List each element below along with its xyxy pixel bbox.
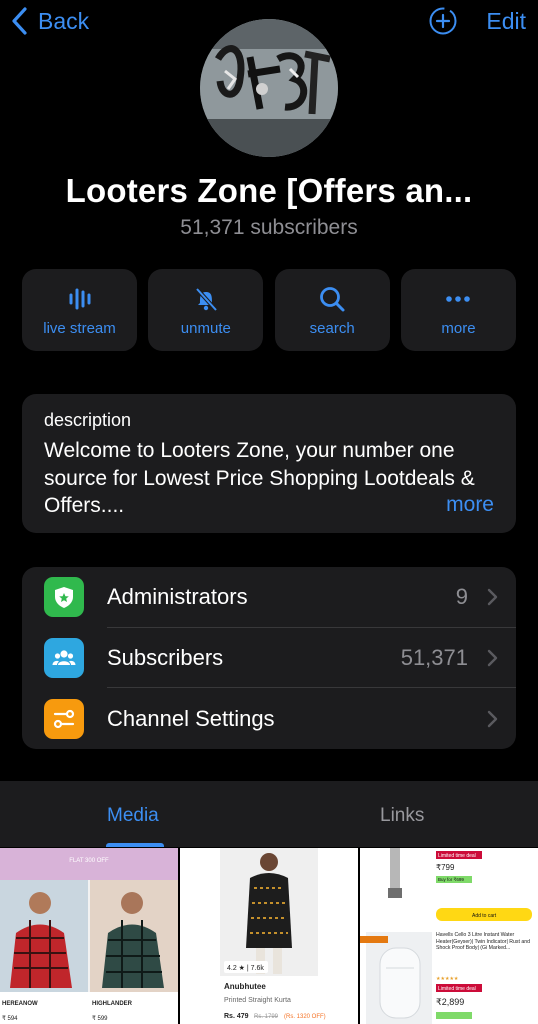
channel-info-list: Administrators 9 Subscribers 51,371 Chan… bbox=[22, 567, 516, 749]
brand-left: HEREANOW bbox=[2, 1001, 38, 1007]
kurta-brand: Anubhutee bbox=[224, 982, 266, 991]
shirts-ad-image: FLAT 300 OFF HEREANOW HIGHLANDER ₹ 594 ₹… bbox=[0, 848, 178, 1024]
subscribers-row[interactable]: Subscribers 51,371 bbox=[22, 628, 516, 689]
price-left: ₹ 594 bbox=[2, 1015, 18, 1022]
banner-text: FLAT 300 OFF bbox=[69, 858, 109, 864]
kurta-price: Rs. 479 bbox=[224, 1013, 249, 1020]
back-label: Back bbox=[38, 7, 90, 34]
active-tab-indicator bbox=[106, 843, 164, 847]
more-button[interactable]: more bbox=[400, 269, 516, 351]
deal-tag: Buy for ₹699 bbox=[438, 877, 464, 882]
price-top: ₹799 bbox=[436, 863, 455, 872]
ellipsis-icon bbox=[446, 295, 471, 302]
chevron-left-icon bbox=[12, 7, 27, 35]
geyser-ad-image: Limited time deal ₹799 Buy for ₹699 Add … bbox=[360, 848, 538, 1024]
search-label: search bbox=[309, 319, 355, 337]
brand-right: HIGHLANDER bbox=[92, 1001, 133, 1007]
description-text: Welcome to Looters Zone, your number one… bbox=[44, 439, 475, 517]
media-thumbnail-1[interactable]: FLAT 300 OFF HEREANOW HIGHLANDER ₹ 594 ₹… bbox=[0, 848, 178, 1024]
subscriber-count: 51,371 subscribers bbox=[180, 216, 358, 239]
subscribers-label: Subscribers bbox=[107, 644, 224, 670]
description-more-link[interactable]: more bbox=[446, 493, 494, 517]
bell-slash-icon bbox=[195, 287, 218, 311]
administrators-label: Administrators bbox=[107, 584, 248, 610]
channel-settings-row[interactable]: Channel Settings bbox=[22, 688, 516, 749]
media-tabs: Media Links bbox=[0, 781, 538, 847]
search-button[interactable]: search bbox=[274, 269, 390, 351]
kurta-mrp: Rs. 1799 bbox=[254, 1014, 279, 1020]
shield-star-icon bbox=[44, 577, 84, 618]
administrators-row[interactable]: Administrators 9 bbox=[22, 567, 516, 628]
unmute-button[interactable]: unmute bbox=[148, 269, 264, 351]
svg-text:★★★★★: ★★★★★ bbox=[436, 976, 459, 982]
subscribers-count: 51,371 bbox=[400, 644, 468, 670]
description-label: description bbox=[44, 410, 132, 430]
chevron-right-icon bbox=[487, 710, 498, 727]
tab-links[interactable]: Links bbox=[380, 805, 424, 827]
deal-bottom: Limited time deal bbox=[438, 986, 476, 992]
live-stream-label: live stream bbox=[43, 319, 116, 337]
add-button[interactable] bbox=[428, 6, 458, 36]
add-to-cart: Add to cart bbox=[472, 913, 497, 919]
chevron-right-icon bbox=[487, 649, 498, 667]
unmute-label: unmute bbox=[180, 319, 231, 337]
kurta-desc: Printed Straight Kurta bbox=[224, 997, 291, 1004]
channel-settings-label: Channel Settings bbox=[107, 705, 275, 731]
price-right: ₹ 599 bbox=[92, 1015, 108, 1022]
deal-badge: Limited time deal bbox=[438, 853, 476, 859]
live-stream-icon bbox=[69, 288, 90, 309]
channel-avatar[interactable] bbox=[200, 19, 338, 157]
more-label: more bbox=[441, 319, 476, 337]
administrators-count: 9 bbox=[455, 584, 468, 610]
kurta-off: (Rs. 1320 OFF) bbox=[284, 1014, 326, 1020]
geyser-title: Havells Cello 3 Litre Instant Water Heat… bbox=[436, 932, 530, 951]
chevron-right-icon bbox=[487, 589, 498, 606]
channel-title: Looters Zone [Offers an... bbox=[65, 172, 473, 209]
price-bottom: ₹2,899 bbox=[436, 997, 464, 1007]
live-stream-button[interactable]: live stream bbox=[22, 269, 137, 351]
description-card: description Welcome to Looters Zone, you… bbox=[22, 394, 516, 533]
graffiti-image bbox=[200, 19, 338, 157]
edit-button[interactable]: Edit bbox=[486, 8, 526, 35]
people-icon bbox=[44, 637, 84, 678]
kurta-ad-image: 4.2 ★ | 7.6k Anubhutee Printed Straight … bbox=[180, 848, 358, 1024]
sliders-icon bbox=[44, 698, 84, 739]
rating-badge: 4.2 ★ | 7.6k bbox=[227, 964, 264, 972]
back-button[interactable]: Back bbox=[10, 4, 89, 38]
add-circle-icon bbox=[429, 7, 457, 35]
media-thumbnail-2[interactable]: 4.2 ★ | 7.6k Anubhutee Printed Straight … bbox=[180, 848, 358, 1024]
search-icon bbox=[320, 286, 345, 311]
tab-media[interactable]: Media bbox=[107, 805, 159, 827]
media-thumbnail-3[interactable]: Limited time deal ₹799 Buy for ₹699 Add … bbox=[360, 848, 538, 1024]
